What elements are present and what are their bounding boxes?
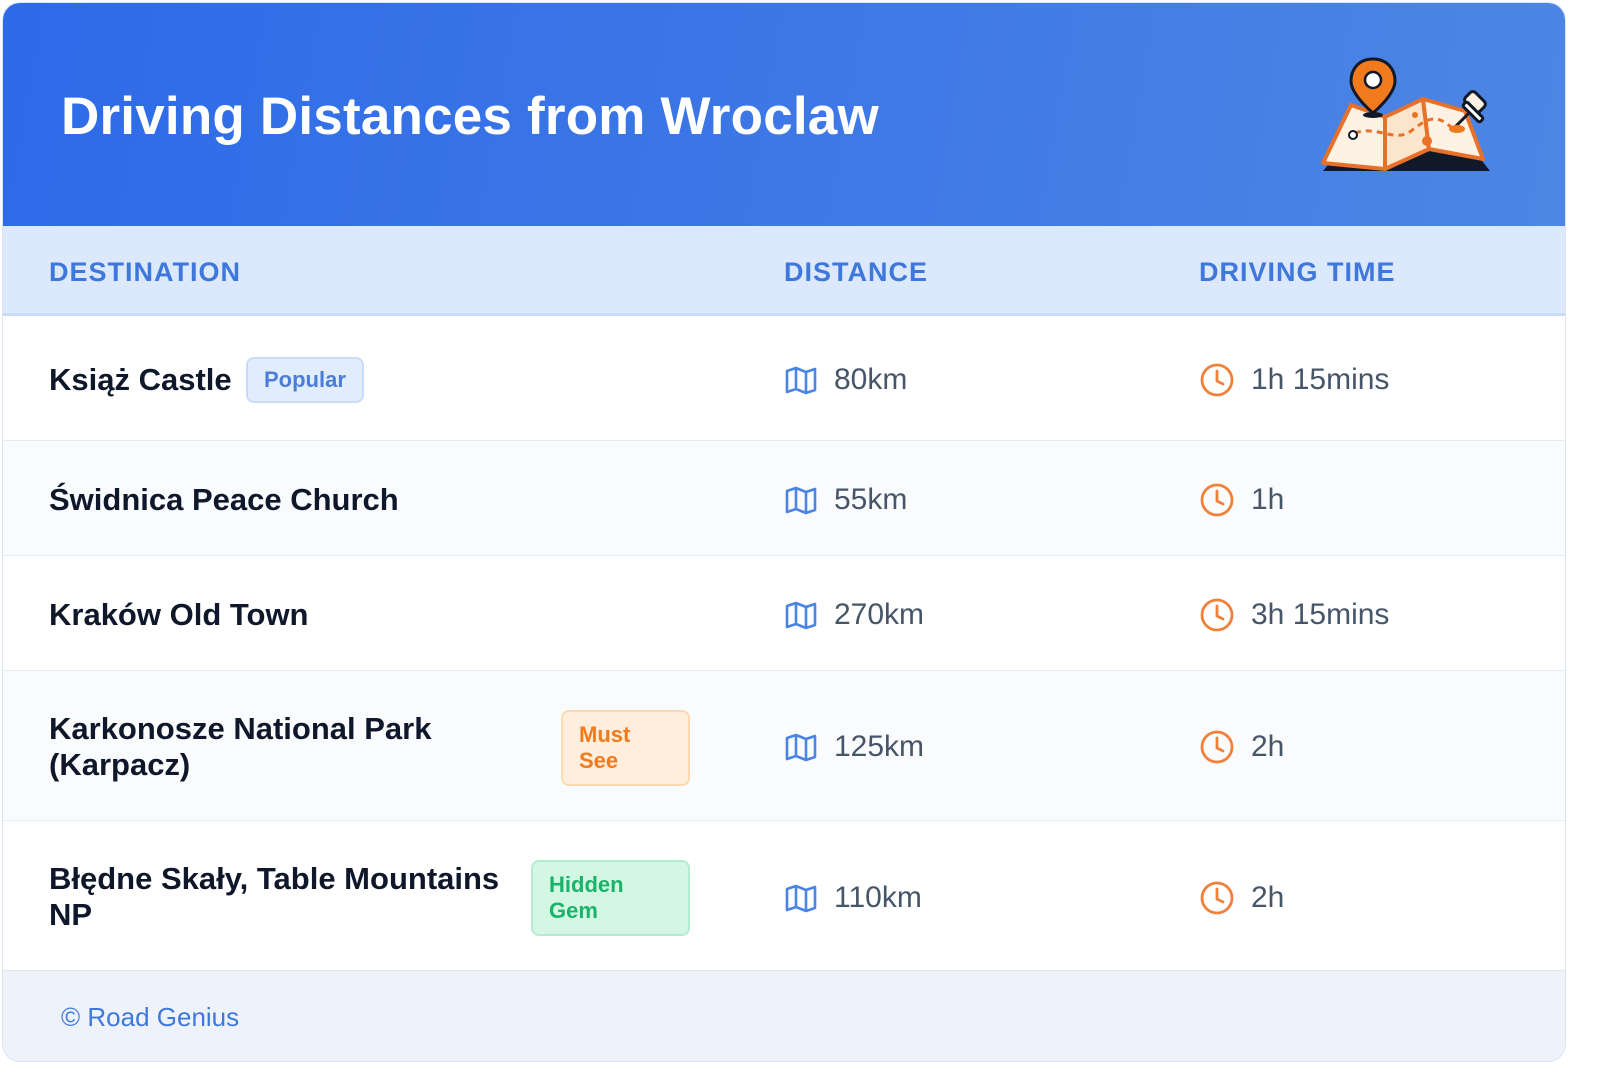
badge-hidden-gem: Hidden Gem (531, 860, 690, 936)
destination-name-line: Karkonosze National Park (49, 711, 432, 746)
column-header-distance: DISTANCE (784, 257, 929, 287)
distance-cell: 80km (784, 360, 907, 400)
footer: © Road Genius (3, 970, 1565, 1061)
distance-value: 55km (834, 483, 908, 516)
distance-value: 125km (834, 730, 925, 763)
footer-credit: © Road Genius (61, 1002, 240, 1032)
distance-cell: 110km (784, 878, 922, 918)
badge-must-see: Must See (561, 710, 690, 786)
distance-value: 270km (834, 598, 925, 631)
table-row: Błędne Skały, Table Mountains NP Hidden … (3, 821, 1565, 970)
page-title: Driving Distances from Wroclaw (61, 87, 879, 146)
badge-line: See (579, 748, 619, 773)
time-cell: 1h (1199, 480, 1284, 520)
badge-line: Hidden (549, 872, 624, 897)
destination-name: Kraków Old Town (49, 597, 309, 632)
destination-name: Świdnica Peace Church (49, 482, 399, 517)
time-value: 1h (1251, 483, 1285, 516)
destination-name-line: (Karpacz) (49, 747, 191, 782)
destination-name: Książ Castle (49, 362, 232, 397)
clock-icon (1200, 483, 1234, 517)
destination-name-line: Błędne Skały, Table Mountains (49, 861, 500, 896)
map-icon (785, 601, 817, 630)
badge-popular: Popular (246, 357, 364, 403)
header-banner: Driving Distances from Wroclaw (3, 3, 1565, 226)
table-header: DESTINATION DISTANCE DRIVING TIME (3, 226, 1565, 316)
time-cell: 1h 15mins (1199, 360, 1389, 400)
column-header-destination: DESTINATION (49, 257, 241, 287)
time-cell: 2h (1199, 727, 1284, 767)
clock-icon (1200, 881, 1234, 915)
distance-cell: 55km (784, 480, 907, 520)
distance-cell: 125km (784, 727, 924, 767)
time-cell: 2h (1199, 878, 1284, 918)
clock-icon (1200, 730, 1234, 764)
destination-name-line: NP (49, 897, 93, 932)
destination-name: Karkonosze National Park (Karpacz) (49, 711, 431, 783)
clock-icon (1200, 363, 1234, 397)
table-row: Karkonosze National Park (Karpacz) Must … (3, 671, 1565, 821)
badge-line: Must (579, 722, 631, 747)
time-value: 2h (1251, 730, 1285, 763)
table-row: Książ Castle Popular 80km 1h 15mins (3, 316, 1565, 441)
distance-value: 110km (834, 881, 922, 914)
distance-value: 80km (834, 363, 908, 396)
map-icon (785, 486, 817, 515)
time-value: 3h 15mins (1251, 598, 1390, 631)
time-cell: 3h 15mins (1199, 595, 1389, 635)
time-value: 1h 15mins (1251, 363, 1390, 396)
column-header-driving-time: DRIVING TIME (1199, 257, 1396, 287)
destination-name: Błędne Skały, Table Mountains NP (49, 861, 499, 933)
distance-cell: 270km (784, 595, 924, 635)
map-icon (785, 366, 817, 395)
table-row: Świdnica Peace Church 55km 1h (3, 441, 1565, 556)
map-icon (785, 733, 817, 762)
map-icon (785, 884, 817, 913)
badge-line: Gem (549, 898, 598, 923)
clock-icon (1200, 598, 1234, 632)
time-value: 2h (1251, 881, 1285, 914)
distance-table-card: Driving Distances from Wroclaw DESTINATI… (2, 2, 1566, 1062)
map-pin-illustration-icon (1321, 57, 1490, 171)
table-row: Kraków Old Town 270km 3h 15mins (3, 556, 1565, 671)
